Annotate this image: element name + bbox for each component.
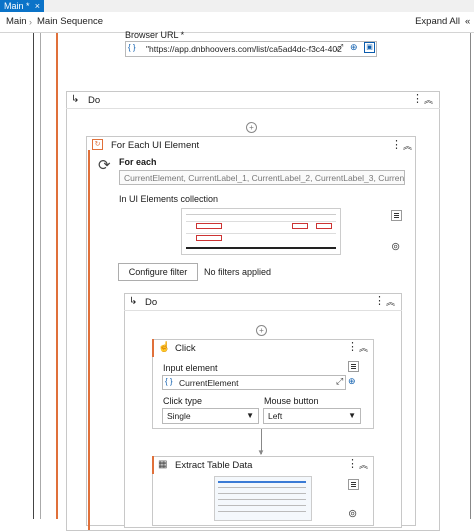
extract-menu-icon[interactable]: ⋮ [347,459,358,470]
click-type-value: Single [167,411,191,421]
do-outer-divider [66,108,440,109]
extract-collapse-icon[interactable]: ︽ [359,458,368,471]
click-collapse-icon[interactable]: ︽ [359,341,368,354]
extract-accent [152,456,154,474]
do-outer-menu-icon[interactable]: ⋮ [412,94,423,105]
browser-url-label: Browser URL * [125,30,185,40]
for-each-variables-value: CurrentElement, CurrentLabel_1, CurrentL… [124,173,405,183]
if-branch-accent [56,33,58,519]
add-activity-icon-inner[interactable]: + [256,325,267,336]
expand-editor-icon-click[interactable]: ⤢ [336,376,343,387]
input-element-label: Input element [163,363,218,373]
tab-main[interactable]: Main * × [0,0,44,12]
for-each-label: For each [119,157,157,167]
mouse-button-select[interactable]: Left ▼ [263,408,361,424]
extract-table-preview [214,476,312,521]
chevron-down-icon: ▼ [348,411,356,420]
chevron-down-icon: ▼ [246,411,254,420]
click-title: Click [175,343,196,354]
foreach-collapse-icon[interactable]: ︽ [403,139,412,152]
click-type-label: Click type [163,396,203,406]
expand-editor-icon[interactable]: ⤢ [336,42,343,53]
close-icon[interactable]: × [35,0,40,12]
click-accent [152,339,154,357]
collapse-all-icon[interactable]: « [465,12,470,32]
breadcrumb-main-sequence[interactable]: Main Sequence [37,12,103,32]
ui-collection-preview [181,208,341,255]
chevron-right-icon: › [29,17,32,27]
do-outer-title: Do [88,95,101,106]
do-inner-divider [124,310,402,311]
add-circle-icon-click[interactable]: ⊕ [348,376,356,387]
do-inner-title: Do [145,297,158,308]
click-type-select[interactable]: Single ▼ [162,408,259,424]
extract-title: Extract Table Data [175,460,253,471]
foreach-accent [88,150,90,530]
tab-bar: Main * × [0,0,474,12]
sequence-inner-border [40,33,41,519]
input-element-menu-icon[interactable] [348,361,359,372]
browser-url-value: "https://app.dnbhoovers.com/list/ca5ad4d… [146,44,342,54]
foreach-menu-icon[interactable]: ⋮ [391,140,402,151]
do-inner-arrow-icon: ↳ [129,296,138,307]
input-element-value: CurrentElement [179,378,239,388]
do-outer-arrow-icon: ↳ [71,94,80,105]
input-element-field[interactable]: CurrentElement [162,375,346,390]
add-circle-icon[interactable]: ⊕ [350,42,358,53]
loop-icon: ⟳ [98,157,111,174]
expression-icon[interactable]: { } [128,43,136,52]
target-icon[interactable]: ⊚ [391,240,400,253]
mouse-button-value: Left [268,411,283,421]
configure-filter-button[interactable]: Configure filter [118,263,198,281]
do-inner-collapse-icon[interactable]: ︽ [386,295,395,308]
add-activity-icon[interactable]: + [246,122,257,133]
collection-menu-icon[interactable] [391,210,402,221]
collection-label: In UI Elements collection [119,194,219,204]
mouse-button-label: Mouse button [264,396,319,406]
do-inner-menu-icon[interactable]: ⋮ [374,296,385,307]
sequence-left-border [33,33,34,519]
scroll-edge [470,33,471,519]
breadcrumb: Main › Main Sequence Expand All « [0,12,474,33]
no-filters-text: No filters applied [204,267,272,277]
tab-main-label: Main * [4,1,30,11]
expand-all-button[interactable]: Expand All [415,12,460,32]
breadcrumb-main[interactable]: Main [6,12,27,32]
for-each-variables-field[interactable]: CurrentElement, CurrentLabel_1, CurrentL… [119,170,405,185]
expression-icon-click[interactable]: { } [165,377,173,386]
target-icon-extract[interactable]: ⊚ [348,507,357,520]
extract-menu-list-icon[interactable] [348,479,359,490]
foreach-icon: ↻ [92,139,103,150]
foreach-title: For Each UI Element [111,140,200,151]
click-menu-icon[interactable]: ⋮ [347,342,358,353]
table-icon: ▦ [158,459,168,470]
mouse-click-icon: ☝ [158,342,171,353]
do-outer-collapse-icon[interactable]: ︽ [424,93,433,106]
browser-icon[interactable]: ▣ [364,42,375,53]
